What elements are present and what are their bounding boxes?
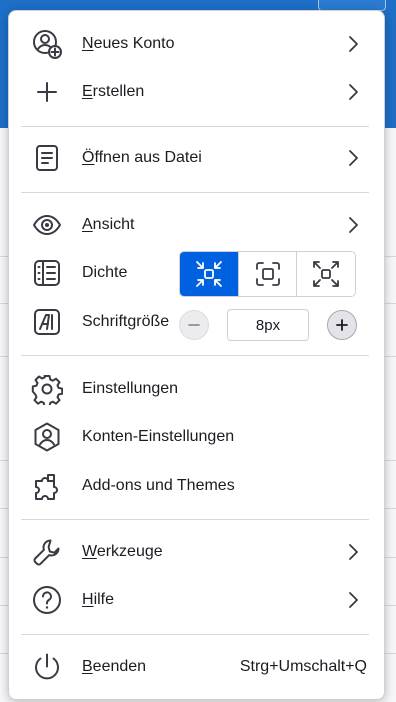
menu-item-label: Hilfe	[82, 591, 115, 608]
menu-separator	[21, 192, 369, 193]
chevron-right-icon	[349, 150, 358, 166]
menu-item-addons[interactable]: Add-ons und Themes	[21, 465, 371, 507]
density-compact-button[interactable]	[180, 252, 238, 296]
menu-item-account-settings[interactable]: Konten-Einstellungen	[21, 416, 371, 458]
menu-item-help[interactable]: Hilfe	[21, 579, 371, 621]
wrench-icon	[31, 536, 63, 568]
document-icon	[31, 142, 63, 174]
density-touch-button[interactable]	[296, 252, 355, 296]
chevron-right-icon	[349, 217, 358, 233]
power-icon	[31, 651, 63, 683]
menu-item-label: Erstellen	[82, 83, 145, 100]
menu-item-tools[interactable]: Werkzeuge	[21, 531, 371, 573]
minus-icon	[188, 324, 200, 326]
font-size-value: 8px	[227, 309, 309, 341]
puzzle-icon	[31, 470, 63, 502]
menu-item-label: Ansicht	[82, 216, 135, 233]
density-icon	[31, 257, 63, 289]
menu-item-create[interactable]: Erstellen	[21, 71, 371, 113]
chevron-right-icon	[349, 36, 358, 52]
eye-icon	[31, 209, 63, 241]
menu-item-quit[interactable]: Beenden Strg+Umschalt+Q	[21, 646, 371, 688]
menu-item-view[interactable]: Ansicht	[21, 204, 371, 246]
menu-item-open-file[interactable]: Öffnen aus Datei	[21, 137, 371, 179]
density-toggle-group	[179, 251, 356, 297]
density-touch-icon	[313, 261, 340, 287]
menu-item-label: Werkzeuge	[82, 543, 163, 560]
chevron-right-icon	[349, 544, 358, 560]
menu-item-label: Beenden	[82, 658, 147, 675]
plus-icon	[336, 319, 348, 331]
keyboard-shortcut: Strg+Umschalt+Q	[239, 658, 367, 675]
menu-item-new-account[interactable]: Neues Konto	[21, 23, 371, 65]
menu-separator	[21, 126, 369, 127]
menu-separator	[21, 634, 369, 635]
menu-item-label: Konten-Einstellungen	[82, 428, 235, 445]
chevron-right-icon	[349, 592, 358, 608]
menu-item-settings[interactable]: Einstellungen	[21, 368, 371, 410]
gear-icon	[31, 373, 63, 405]
font-size-decrease-button[interactable]	[179, 310, 209, 340]
density-normal-button[interactable]	[237, 252, 297, 296]
font-size-increase-button[interactable]	[327, 310, 357, 340]
new-account-icon	[31, 28, 63, 60]
app-menu-panel: Neues Konto Erstellen Öffnen aus Datei A…	[8, 10, 385, 700]
help-icon	[31, 584, 63, 616]
menu-item-label: Öffnen aus Datei	[82, 149, 202, 166]
menu-item-label: Schriftgröße	[82, 313, 170, 330]
menu-item-label: Neues Konto	[82, 35, 175, 52]
font-size-icon	[31, 306, 63, 338]
density-normal-icon	[255, 262, 280, 286]
menu-item-label: Add-ons und Themes	[82, 477, 235, 494]
menu-item-label: Einstellungen	[82, 380, 179, 397]
density-compact-icon	[195, 261, 222, 287]
chevron-right-icon	[349, 84, 358, 100]
account-shield-icon	[31, 421, 63, 453]
menu-separator	[21, 519, 369, 520]
plus-icon	[31, 76, 63, 108]
menu-item-label: Dichte	[82, 264, 128, 281]
menu-separator	[21, 355, 369, 356]
